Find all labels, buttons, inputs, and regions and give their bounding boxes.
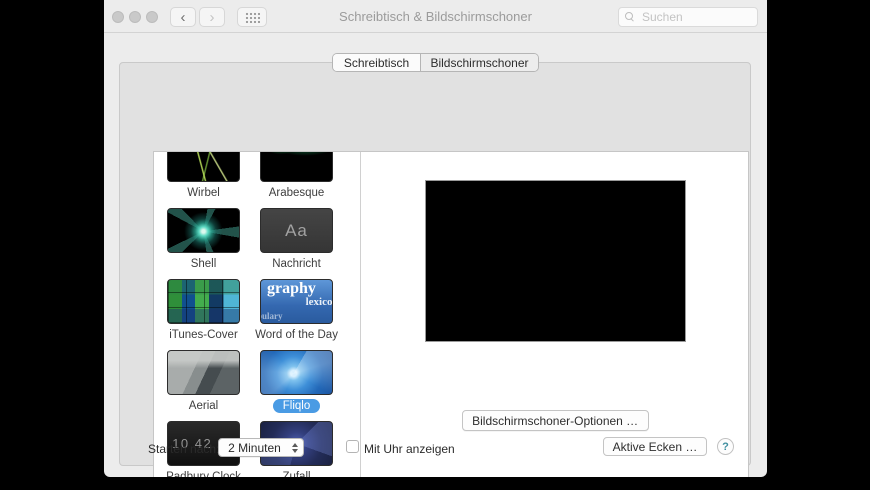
grid-icon <box>245 12 260 23</box>
thumb-text <box>168 351 239 394</box>
screensaver-item[interactable]: graphylexicogbulary Word of the Day <box>260 279 333 350</box>
screensaver-label: Wirbel <box>187 186 220 200</box>
saver-thumb-fliqlo[interactable] <box>260 350 333 395</box>
titlebar[interactable]: ‹ › Schreibtisch & Bildschirmschoner <box>104 0 767 33</box>
saver-thumb-nachricht[interactable]: Aa <box>260 208 333 253</box>
screensaver-item[interactable]: Arabesque <box>260 152 333 208</box>
screensaver-label: iTunes-Cover <box>169 328 238 342</box>
saver-thumb-wordofday[interactable]: graphylexicogbulary <box>260 279 333 324</box>
screensaver-item[interactable]: Shell <box>167 208 240 279</box>
search-input[interactable] <box>640 9 751 25</box>
back-button[interactable]: ‹ <box>170 7 196 27</box>
chevron-right-icon: › <box>210 10 215 25</box>
screensaver-item[interactable]: iTunes-Cover <box>167 279 240 350</box>
start-after-select[interactable]: 2 Minuten <box>218 438 304 457</box>
letterboxed-screen: ‹ › Schreibtisch & Bildschirmschoner W <box>0 0 870 490</box>
preferences-pane: Wirbel Arabesque Shell Aa Nachricht iTun… <box>119 62 751 466</box>
show-clock-label: Mit Uhr anzeigen <box>364 442 455 456</box>
content-box: Wirbel Arabesque Shell Aa Nachricht iTun… <box>153 151 749 477</box>
chevron-left-icon: ‹ <box>181 10 186 25</box>
saver-thumb-wirbel[interactable] <box>167 152 240 182</box>
thumb-word: lexicog <box>306 296 333 308</box>
screensaver-label: Fliqlo <box>273 399 320 413</box>
screensaver-label: Zufall <box>282 470 310 477</box>
saver-thumb-shell[interactable] <box>167 208 240 253</box>
thumb-text <box>261 152 332 181</box>
system-preferences-window: ‹ › Schreibtisch & Bildschirmschoner W <box>104 0 767 477</box>
thumb-word: bulary <box>260 311 283 321</box>
screensaver-item[interactable]: Wirbel <box>167 152 240 208</box>
search-icon <box>625 12 635 22</box>
search-field[interactable] <box>618 7 758 27</box>
thumb-text <box>168 209 239 252</box>
screensaver-options-button[interactable]: Bildschirmschoner-Optionen … <box>462 410 649 431</box>
bottom-controls: Starten nach: 2 Minuten Mit Uhr anzeigen… <box>120 435 750 467</box>
traffic-lights <box>112 11 158 23</box>
start-after-label: Starten nach: <box>148 442 219 456</box>
close-window-icon[interactable] <box>112 11 124 23</box>
thumb-text: Aa <box>261 209 332 252</box>
screensaver-label: Shell <box>191 257 217 271</box>
saver-thumb-arabesque[interactable] <box>260 152 333 182</box>
screensaver-label: Padbury Clock <box>166 470 241 477</box>
screensaver-list[interactable]: Wirbel Arabesque Shell Aa Nachricht iTun… <box>154 152 360 477</box>
forward-button[interactable]: › <box>199 7 225 27</box>
help-button[interactable]: ? <box>717 438 734 455</box>
show-all-button[interactable] <box>237 7 267 27</box>
preview-pane: Bildschirmschoner-Optionen … <box>360 152 748 477</box>
hot-corners-button[interactable]: Aktive Ecken … <box>603 437 707 456</box>
minimize-window-icon[interactable] <box>129 11 141 23</box>
tab-bildschirmschoner[interactable]: Bildschirmschoner <box>421 54 538 71</box>
screensaver-label: Word of the Day <box>255 328 338 342</box>
thumb-text <box>168 280 239 323</box>
tab-schreibtisch[interactable]: Schreibtisch <box>333 54 421 71</box>
saver-grid: Wirbel Arabesque Shell Aa Nachricht iTun… <box>167 152 347 477</box>
saver-thumb-itunes[interactable] <box>167 279 240 324</box>
tab-bar: Schreibtisch Bildschirmschoner <box>332 53 539 72</box>
screensaver-label: Nachricht <box>272 257 321 271</box>
screensaver-label: Arabesque <box>269 186 325 200</box>
saver-thumb-aerial[interactable] <box>167 350 240 395</box>
stepper-arrows-icon <box>290 439 303 456</box>
screensaver-item[interactable]: Aa Nachricht <box>260 208 333 279</box>
screensaver-item[interactable]: Aerial <box>167 350 240 421</box>
start-after-value: 2 Minuten <box>219 441 290 455</box>
screensaver-label: Aerial <box>189 399 218 413</box>
thumb-text <box>261 351 332 394</box>
show-clock-checkbox[interactable] <box>346 440 359 453</box>
zoom-window-icon[interactable] <box>146 11 158 23</box>
thumb-text <box>168 152 239 181</box>
screensaver-item-selected[interactable]: Fliqlo <box>260 350 333 421</box>
screensaver-preview[interactable] <box>425 180 686 342</box>
